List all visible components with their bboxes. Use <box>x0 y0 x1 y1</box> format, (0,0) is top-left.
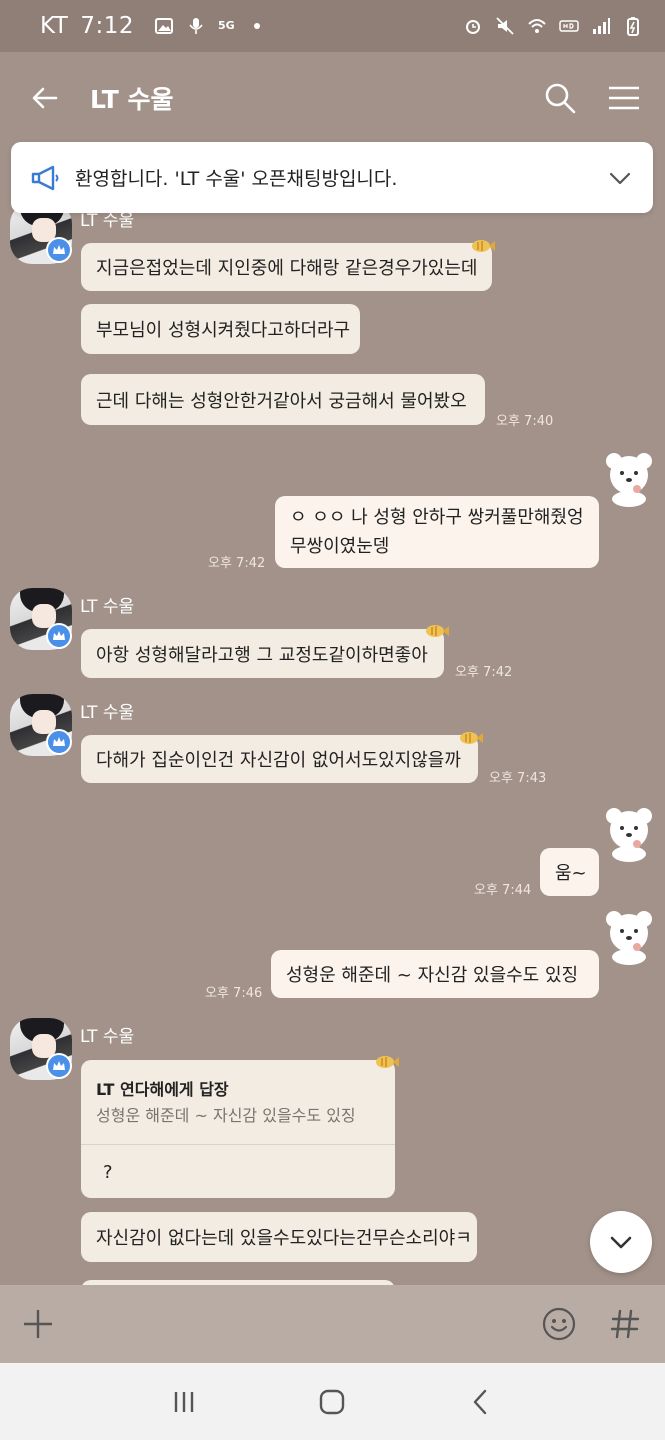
back-icon[interactable] <box>466 1387 496 1417</box>
message-bubble[interactable]: 부모님이 성형시켜줬다고하더라구 <box>81 304 360 354</box>
message-time: 오후 7:42 <box>455 665 513 680</box>
message-time: 오후 7:42 <box>208 556 266 571</box>
menu-icon[interactable] <box>607 81 641 115</box>
carrier-label: KT <box>40 13 69 39</box>
fish-emoticon-icon <box>472 240 495 252</box>
sender-name: LT 수울 <box>80 597 135 617</box>
chat-title: LT 수울 <box>90 85 174 114</box>
message-bubble[interactable]: 자신감이 없다는데 있을수도있다는건무슨소리야ㅋ <box>81 1212 477 1262</box>
home-icon[interactable] <box>317 1387 347 1417</box>
reply-message-bubble[interactable]: LT 연다해에게 답장 성형운 해준데 ~ 자신감 있을수도 있징 ? <box>81 1060 395 1198</box>
plus-icon[interactable] <box>22 1308 54 1340</box>
sender-name: LT 수울 <box>80 1027 135 1047</box>
chat-area[interactable]: LT 수울 지금은접었는데 지인중에 다해랑 같은경우가있는데 부모님이 성형시… <box>0 142 665 1285</box>
message-time: 오후 7:46 <box>205 986 263 1001</box>
my-message-bubble[interactable]: 움~ <box>540 848 599 896</box>
message-bubble[interactable]: 다해가 집순이인건 자신감이 없어서도있지않을까 <box>81 735 478 783</box>
back-arrow-icon[interactable] <box>28 81 62 115</box>
system-nav-bar <box>0 1363 665 1440</box>
reply-title: LT 연다해에게 답장 <box>96 1080 229 1099</box>
notice-text: 환영합니다. 'LT 수울' 오픈채팅방입니다. <box>75 168 398 190</box>
message-input-bar[interactable] <box>0 1285 665 1363</box>
sender-name: LT 수울 <box>80 703 135 723</box>
bear-profile-icon <box>606 911 652 965</box>
fish-emoticon-icon <box>460 732 483 744</box>
message-time: 오후 7:43 <box>489 771 547 786</box>
fish-emoticon-icon <box>426 625 449 637</box>
divider <box>81 1144 395 1145</box>
chevron-down-icon[interactable] <box>607 165 633 191</box>
clock: 7:12 <box>80 13 135 39</box>
my-message-bubble[interactable]: 성형운 해준데 ~ 자신감 있을수도 있징 <box>271 950 599 998</box>
message-bubble[interactable]: 아항 성형해달라고행 그 교정도같이하면좋아 <box>81 629 444 678</box>
message-bubble[interactable]: 근데 다해는 성형안한거같아서 궁금해서 물어봤오 <box>81 374 485 425</box>
fish-emoticon-icon <box>376 1056 399 1068</box>
bear-profile-icon <box>606 808 652 862</box>
status-bar: KT 7:12 5G <box>0 0 665 52</box>
signal-icon <box>593 18 610 34</box>
hashtag-icon[interactable] <box>607 1306 643 1342</box>
search-icon[interactable] <box>543 81 577 115</box>
host-crown-icon <box>46 1053 72 1079</box>
mic-icon <box>189 18 203 34</box>
host-crown-icon <box>46 623 72 649</box>
battery-icon <box>627 17 639 36</box>
scroll-to-bottom-button[interactable] <box>590 1211 652 1273</box>
my-message-bubble[interactable]: ㅇ ㅇㅇ 나 성형 안하구 쌍커풀만해줬엉 무쌍이였눈뎅 <box>275 496 599 568</box>
host-crown-icon <box>46 237 72 263</box>
dot-icon <box>253 23 260 29</box>
reply-quote: 성형운 해준데 ~ 자신감 있을수도 있징 <box>96 1106 356 1125</box>
megaphone-icon <box>31 165 59 190</box>
message-time: 오후 7:44 <box>474 883 532 898</box>
message-time: 오후 7:40 <box>496 414 554 429</box>
message-line: 무쌍이였눈뎅 <box>290 536 390 557</box>
gallery-icon <box>155 18 174 34</box>
network-5g-badge: 5G <box>218 19 235 32</box>
host-crown-icon <box>46 729 72 755</box>
message-bubble[interactable]: 지금은접었는데 지인중에 다해랑 같은경우가있는데 <box>81 243 492 291</box>
hd-icon <box>559 20 579 32</box>
wifi-icon <box>528 19 546 33</box>
reply-text: ? <box>103 1162 113 1183</box>
chat-header: LT 수울 <box>0 52 665 144</box>
mute-icon <box>496 17 514 35</box>
bear-profile-icon <box>606 453 652 507</box>
message-line: ㅇ ㅇㅇ 나 성형 안하구 쌍커풀만해줬엉 <box>290 507 584 528</box>
emoji-icon[interactable] <box>541 1306 577 1342</box>
chevron-down-icon <box>610 1236 632 1249</box>
notice-banner[interactable]: 환영합니다. 'LT 수울' 오픈채팅방입니다. <box>11 142 653 213</box>
alarm-icon <box>466 20 480 34</box>
recent-apps-icon[interactable] <box>169 1387 199 1417</box>
